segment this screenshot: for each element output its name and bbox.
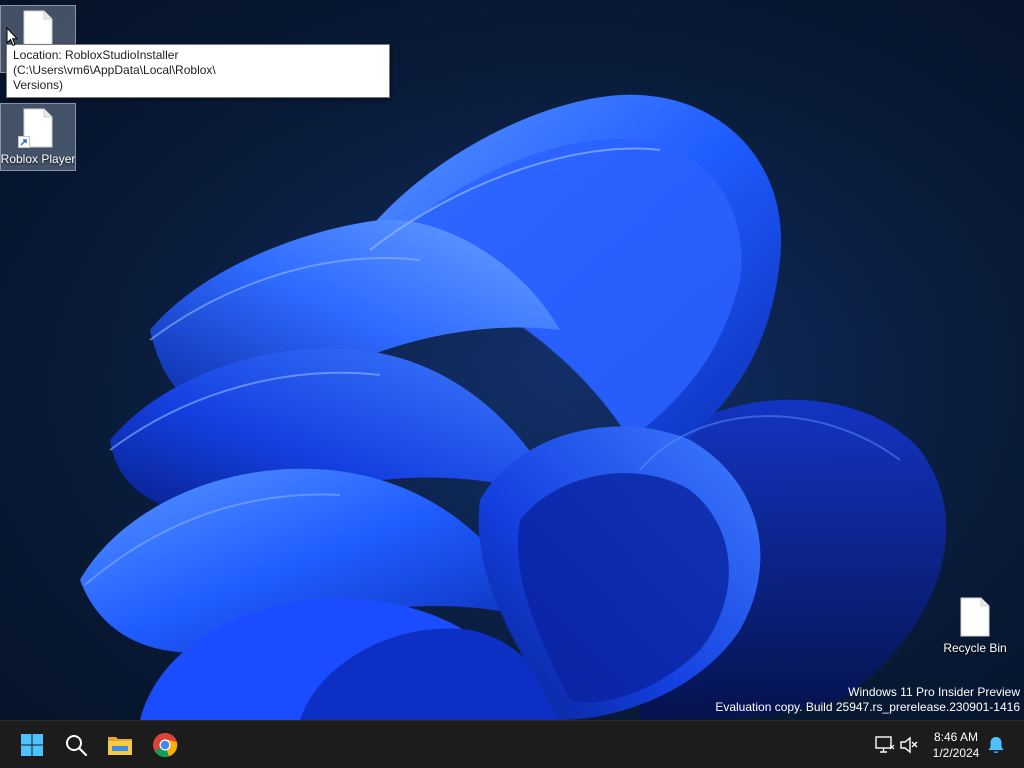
desktop[interactable]: R Roblox Player Recycle Bin Loc xyxy=(0,0,1024,720)
notification-button[interactable] xyxy=(978,727,1014,763)
volume-muted-icon xyxy=(900,736,918,754)
desktop-icon-recycle-bin[interactable]: Recycle Bin xyxy=(937,593,1013,661)
taskbar: 8:46 AM 1/2/2024 xyxy=(0,720,1024,768)
tooltip-line: Versions) xyxy=(13,78,64,92)
chrome-button[interactable] xyxy=(147,727,183,763)
wallpaper-bloom xyxy=(0,0,1024,720)
watermark-edition: Windows 11 Pro Insider Preview xyxy=(848,685,1020,699)
windows-watermark: Windows 11 Pro Insider Preview Evaluatio… xyxy=(715,685,1020,715)
recycle-bin-icon xyxy=(959,597,991,637)
notification-bell-icon xyxy=(988,737,1004,753)
watermark-build: Evaluation copy. Build 25947.rs_prerelea… xyxy=(715,700,1020,714)
desktop-icon-label: Recycle Bin xyxy=(943,641,1007,655)
search-button[interactable] xyxy=(58,727,94,763)
shortcut-arrow-icon xyxy=(18,136,30,148)
windows-start-icon xyxy=(21,734,43,756)
chrome-icon xyxy=(153,732,178,757)
desktop-icon-roblox-player[interactable]: Roblox Player xyxy=(0,103,76,171)
file-shortcut-icon xyxy=(18,108,54,148)
start-button[interactable] xyxy=(14,727,50,763)
desktop-icon-label: Roblox Player xyxy=(0,152,76,166)
file-explorer-button[interactable] xyxy=(102,727,138,763)
location-tooltip: Location: RobloxStudioInstaller (C:\User… xyxy=(6,44,390,98)
mouse-cursor-icon xyxy=(6,27,18,47)
search-icon xyxy=(66,735,88,757)
tooltip-line: Location: RobloxStudioInstaller (C:\User… xyxy=(13,48,216,77)
file-explorer-icon xyxy=(108,737,132,755)
